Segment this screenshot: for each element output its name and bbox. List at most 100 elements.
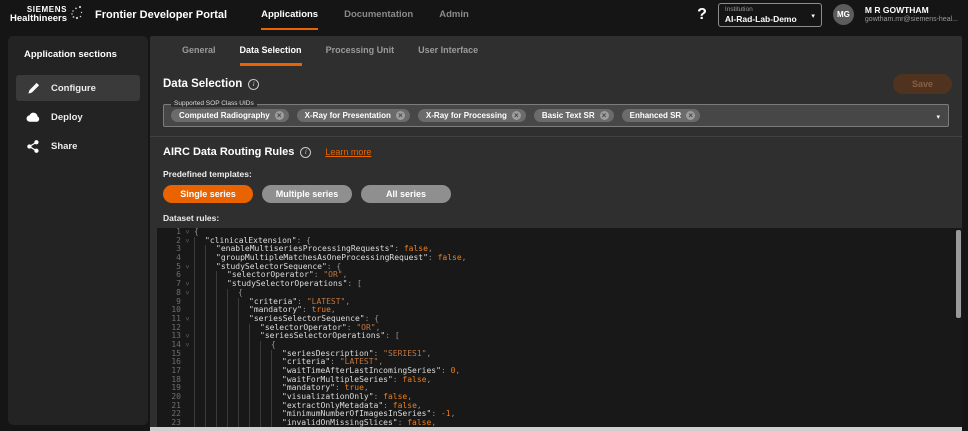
indent-guide: [271, 393, 282, 402]
token-p: {: [194, 228, 199, 237]
indent-guide: [194, 324, 205, 333]
learn-more-link[interactable]: Learn more: [325, 147, 371, 157]
indent-guide: [249, 384, 260, 393]
chevron-down-icon[interactable]: ▾: [936, 113, 940, 121]
indent-guide: [194, 419, 205, 427]
sop-chip-basic-text-sr: Basic Text SR×: [534, 109, 614, 122]
indent-guide: [260, 419, 271, 427]
nav-item-documentation[interactable]: Documentation: [344, 0, 413, 30]
fold-chevron-icon[interactable]: ˅: [181, 280, 194, 289]
user-email: gowtham.mr@siemens-heal...: [865, 16, 958, 25]
template-all-series[interactable]: All series: [361, 185, 451, 203]
sop-class-uids-field[interactable]: Computed Radiography×X-Ray for Presentat…: [163, 104, 949, 127]
indent-guide: [205, 376, 216, 385]
chevron-down-icon: ▾: [811, 12, 815, 20]
tab-user-interface[interactable]: User Interface: [418, 36, 478, 66]
code-line: 16"criteria": "LATEST",: [157, 358, 962, 367]
tab-data-selection[interactable]: Data Selection: [240, 36, 302, 66]
indent-guide: [238, 358, 249, 367]
indent-guide: [249, 376, 260, 385]
fold-chevron-icon[interactable]: ˅: [181, 315, 194, 324]
save-button[interactable]: Save: [893, 74, 952, 94]
section-title: Data Selection: [163, 78, 242, 90]
sop-chip-x-ray-for-presentation: X-Ray for Presentation×: [297, 109, 410, 122]
info-icon[interactable]: i: [300, 147, 311, 158]
indent-guide: [271, 350, 282, 359]
indent-guide: [249, 419, 260, 427]
indent-guide: [205, 358, 216, 367]
indent-guide: [227, 367, 238, 376]
code-content: {: [194, 341, 276, 350]
fold-chevron-icon[interactable]: ˅: [181, 289, 194, 298]
chip-label: X-Ray for Processing: [426, 111, 507, 120]
fold-spacer: [181, 384, 194, 393]
token-p: ,: [431, 419, 436, 427]
fold-spacer: [181, 298, 194, 307]
sidebar-item-deploy[interactable]: Deploy: [16, 104, 140, 130]
avatar[interactable]: MG: [833, 4, 854, 25]
indent-guide: [227, 306, 238, 315]
sidebar-item-share[interactable]: Share: [16, 133, 140, 159]
token-p: {: [238, 289, 243, 298]
close-icon[interactable]: ×: [275, 111, 284, 120]
close-icon[interactable]: ×: [600, 111, 609, 120]
nav-item-applications[interactable]: Applications: [261, 0, 318, 30]
indent-guide: [216, 271, 227, 280]
indent-guide: [216, 298, 227, 307]
nav-item-admin[interactable]: Admin: [439, 0, 469, 30]
fold-chevron-icon[interactable]: ˅: [181, 341, 194, 350]
fold-chevron-icon[interactable]: ˅: [181, 263, 194, 272]
fold-chevron-icon[interactable]: ˅: [181, 332, 194, 341]
close-icon[interactable]: ×: [686, 111, 695, 120]
fold-chevron-icon[interactable]: ˅: [181, 237, 194, 246]
token-p: ,: [462, 254, 467, 263]
line-number: 23: [157, 419, 181, 427]
horizontal-scrollbar[interactable]: [150, 427, 962, 431]
starburst-icon: [70, 5, 83, 25]
indent-guide: [194, 263, 205, 272]
dataset-rules-editor[interactable]: 1˅{2˅"clinicalExtension": {3"enableMulti…: [157, 228, 962, 427]
indent-guide: [216, 410, 227, 419]
indent-guide: [271, 358, 282, 367]
indent-guide: [260, 384, 271, 393]
tab-general[interactable]: General: [182, 36, 216, 66]
indent-guide: [238, 410, 249, 419]
help-icon[interactable]: ?: [697, 7, 707, 23]
indent-guide: [216, 350, 227, 359]
indent-guide: [194, 376, 205, 385]
indent-guide: [227, 341, 238, 350]
token-k: "invalidOnMissingSlices": [282, 419, 398, 427]
code-line: 20"visualizationOnly": false,: [157, 393, 962, 402]
sop-class-uids-label: Supported SOP Class UIDs: [171, 100, 257, 107]
sidebar-item-configure[interactable]: Configure: [16, 75, 140, 101]
indent-guide: [205, 271, 216, 280]
indent-guide: [249, 332, 260, 341]
info-icon[interactable]: i: [248, 79, 259, 90]
token-p: ,: [427, 376, 432, 385]
page: SIEMENS Healthineers Frontier Developer …: [0, 0, 968, 431]
token-b: false: [402, 376, 426, 385]
template-single-series[interactable]: Single series: [163, 185, 253, 203]
indent-guide: [260, 350, 271, 359]
predefined-templates-label: Predefined templates:: [150, 158, 962, 185]
code-line: 13˅"seriesSelectorOperations": [: [157, 332, 962, 341]
code-line: 22"minimumNumberOfImagesInSeries": -1,: [157, 410, 962, 419]
fold-chevron-icon[interactable]: ˅: [181, 228, 194, 237]
indent-guide: [271, 402, 282, 411]
chip-label: Computed Radiography: [179, 111, 270, 120]
code-line: 17"waitTimeAfterLastIncomingSeries": 0,: [157, 367, 962, 376]
tab-processing-unit[interactable]: Processing Unit: [326, 36, 395, 66]
editor-vertical-scrollbar[interactable]: [956, 230, 961, 318]
template-multiple-series[interactable]: Multiple series: [262, 185, 352, 203]
indent-guide: [205, 393, 216, 402]
chip-label: Enhanced SR: [630, 111, 682, 120]
indent-guide: [205, 419, 216, 427]
institution-dropdown[interactable]: Institution AI-Rad-Lab-Demo ▾: [718, 3, 822, 27]
token-b: -1: [441, 410, 451, 419]
close-icon[interactable]: ×: [512, 111, 521, 120]
indent-guide: [194, 341, 205, 350]
indent-guide: [205, 315, 216, 324]
close-icon[interactable]: ×: [396, 111, 405, 120]
app-header: SIEMENS Healthineers Frontier Developer …: [0, 0, 968, 30]
code-content: "invalidOnMissingSlices": false,: [194, 419, 436, 427]
